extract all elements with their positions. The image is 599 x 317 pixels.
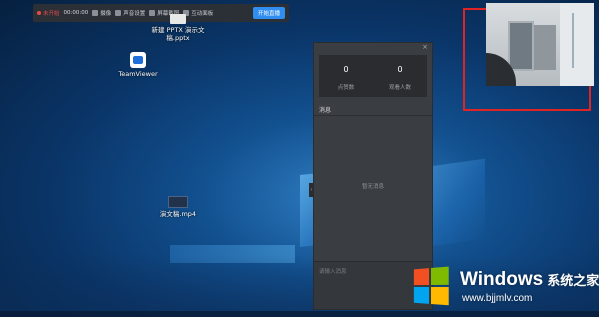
desktop-icon-label: TeamViewer [118, 70, 158, 78]
close-icon[interactable]: × [422, 43, 428, 51]
stats-box: 0 点赞数 0 观看人数 [319, 55, 427, 97]
taskbar [0, 311, 599, 317]
camera-icon [92, 10, 99, 16]
camera-scene-wall [560, 3, 594, 86]
watermark-title: Windows 系统之家 [460, 269, 599, 290]
viewers-stat: 0 观看人数 [373, 55, 427, 97]
watermark-url: www.bjjmlv.com [462, 293, 533, 304]
status-dot-icon [37, 11, 41, 15]
camera-preview[interactable] [486, 3, 594, 86]
likes-label: 点赞数 [337, 85, 355, 91]
camera-button[interactable]: 摄像 [92, 9, 111, 17]
likes-stat: 0 点赞数 [319, 55, 373, 97]
desktop-icon-label: 新建 PPTX 演示文稿.pptx [151, 26, 205, 42]
live-status: 未开始 [37, 9, 60, 17]
panel-header: × [314, 43, 432, 51]
windows-logo-icon [413, 266, 451, 307]
sound-settings-button[interactable]: 声音设置 [115, 9, 145, 17]
viewers-count: 0 [397, 65, 403, 74]
desktop-icon-video[interactable]: 演文稿.mp4 [150, 196, 206, 218]
camera-scene-door [508, 21, 534, 71]
watermark-title-cn: 系统之家 [547, 273, 599, 288]
viewers-label: 观看人数 [388, 85, 411, 91]
pptx-file-icon [170, 14, 186, 24]
empty-messages-text: 暂无消息 [361, 184, 384, 190]
messages-list: 暂无消息 [314, 116, 432, 256]
camera-scene-doorway [534, 25, 556, 70]
start-live-button[interactable]: 开始直播 [252, 7, 285, 19]
status-label: 未开始 [43, 11, 60, 17]
likes-count: 0 [343, 65, 349, 74]
live-timer: 00:00:00 [63, 10, 89, 16]
microphone-icon [115, 10, 122, 16]
desktop-icon-teamviewer[interactable]: TeamViewer [108, 52, 168, 78]
teamviewer-icon [130, 52, 146, 68]
desktop-icon-pptx[interactable]: 新建 PPTX 演示文稿.pptx [150, 14, 206, 42]
messages-title: 消息 [314, 105, 432, 116]
desktop-icon-label: 演文稿.mp4 [159, 210, 197, 218]
watermark: Windows 系统之家 www.bjjmlv.com [402, 260, 599, 315]
video-file-icon [168, 196, 188, 208]
